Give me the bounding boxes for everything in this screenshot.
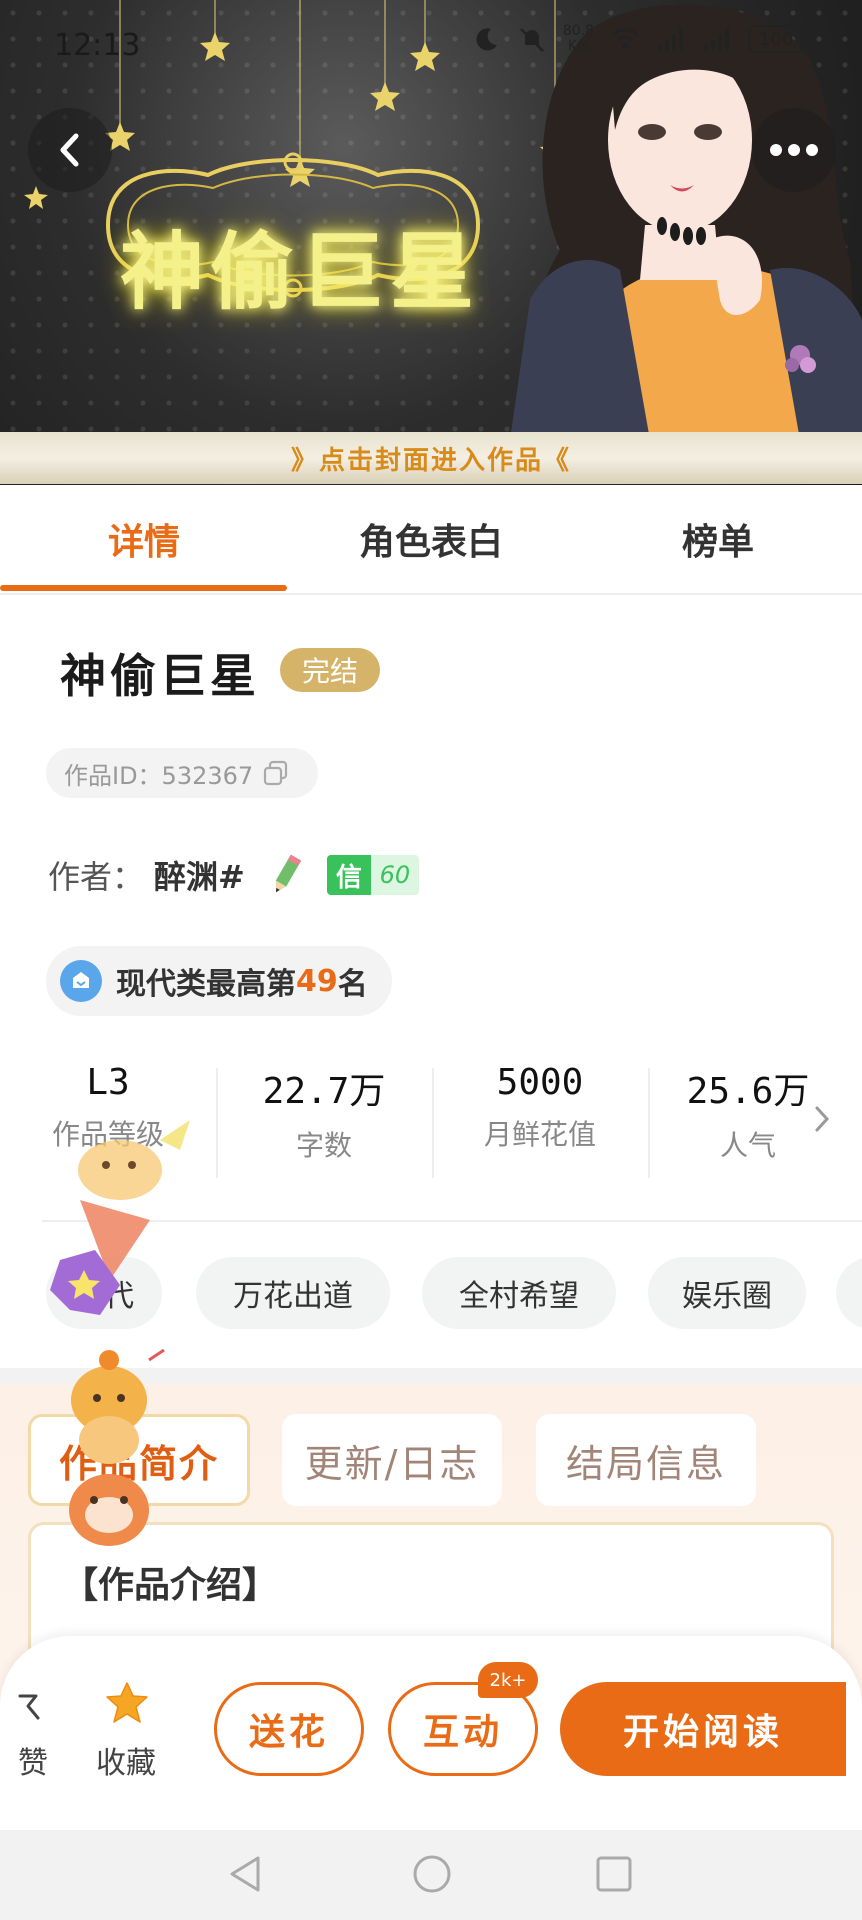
status-icons: 80.8 K/s 100 xyxy=(471,24,804,54)
tag-item-partial[interactable] xyxy=(836,1257,862,1329)
rank-badge-icon xyxy=(60,960,102,1002)
stat-value: 5000 xyxy=(496,1062,584,1103)
work-id-chip[interactable]: 作品ID：532367 xyxy=(46,748,318,798)
tab-rankings[interactable]: 榜单 xyxy=(574,513,862,565)
enter-work-banner[interactable]: 》点击封面进入作品《 xyxy=(0,432,862,484)
like-icon[interactable] xyxy=(14,1686,44,1726)
send-flower-button[interactable]: 送花 xyxy=(214,1682,364,1776)
author-row: 作者： 醉渊# 信 60 xyxy=(48,852,419,898)
tag-item[interactable]: 娱乐圈 xyxy=(648,1257,806,1329)
chevron-right-icon[interactable] xyxy=(812,1104,832,1134)
pencil-icon xyxy=(275,854,302,893)
mute-bell-icon xyxy=(519,28,544,52)
network-speed: 80.8 K/s xyxy=(563,24,594,54)
trust-label: 信 xyxy=(326,855,371,895)
tag-item[interactable]: 万花出道 xyxy=(196,1257,390,1329)
cheering-cat-sticker-icon xyxy=(69,1348,165,1546)
tab-ending-info[interactable]: 结局信息 xyxy=(536,1414,756,1506)
nav-back-icon[interactable] xyxy=(224,1852,268,1896)
party-popper-sticker-icon xyxy=(50,1200,150,1315)
trust-value: 60 xyxy=(370,855,419,895)
favorite-label[interactable]: 收藏 xyxy=(96,1738,156,1782)
stat-value: 22.7万 xyxy=(262,1071,386,1112)
author-label: 作者： xyxy=(48,858,145,896)
more-dots-icon xyxy=(770,144,818,156)
status-badge: 完结 xyxy=(280,648,380,692)
work-id-text: 作品ID：532367 xyxy=(64,761,254,790)
rank-suffix: 名 xyxy=(337,967,368,1002)
copy-icon[interactable] xyxy=(263,760,289,786)
stat-word-count: 22.7万 字数 xyxy=(216,1062,432,1164)
status-time: 12:13 xyxy=(54,28,141,63)
star-icon[interactable] xyxy=(104,1680,150,1726)
back-button[interactable] xyxy=(28,108,112,192)
moon-icon xyxy=(476,28,497,51)
rank-prefix: 现代类最高第 xyxy=(116,967,296,1002)
battery-indicator: 100 xyxy=(748,25,804,53)
status-bar: 12:13 80.8 K/s 100 xyxy=(0,0,862,90)
tag-item[interactable]: 全村希望 xyxy=(422,1257,616,1329)
category-rank-chip[interactable]: 现代类最高第 49 名 xyxy=(46,946,392,1016)
stat-monthly-flowers: 5000 月鲜花值 xyxy=(432,1062,648,1153)
start-reading-button[interactable]: 开始阅读 xyxy=(560,1682,846,1776)
interact-count-badge: 2k+ xyxy=(478,1662,538,1698)
signal-icon-2 xyxy=(704,28,729,51)
detail-tabs: 详情 角色表白 榜单 xyxy=(0,485,862,595)
more-button[interactable] xyxy=(752,108,836,192)
wifi-icon xyxy=(611,28,639,49)
rank-number: 49 xyxy=(296,963,338,999)
network-speed-value: 80.8 xyxy=(562,23,594,39)
tab-update-log[interactable]: 更新/日志 xyxy=(282,1414,502,1506)
cover-title-text: 神偷巨星 xyxy=(120,222,481,321)
active-tab-indicator xyxy=(0,585,287,591)
book-title: 神偷巨星 xyxy=(60,649,260,703)
intro-heading: 【作品介绍】 xyxy=(62,1565,279,1606)
nav-home-icon[interactable] xyxy=(410,1852,454,1896)
enter-work-banner-text: 》点击封面进入作品《 xyxy=(290,445,571,476)
trust-badge: 信 60 xyxy=(326,855,419,895)
tab-character-confession[interactable]: 角色表白 xyxy=(287,513,575,565)
author-name[interactable]: 醉渊# xyxy=(154,852,245,898)
nav-recent-icon[interactable] xyxy=(592,1852,636,1896)
cover-image[interactable]: 神偷巨星 12:13 80.8 K/s 100 》点击封面进入作品《 xyxy=(0,0,862,485)
stat-value: L3 xyxy=(86,1062,130,1103)
back-arrow-icon xyxy=(60,133,79,167)
network-speed-unit: K/s xyxy=(567,38,590,54)
signal-icon xyxy=(658,28,683,51)
tab-details[interactable]: 详情 xyxy=(0,513,288,565)
like-label[interactable]: 赞 xyxy=(18,1738,48,1782)
system-nav-bar xyxy=(0,1830,862,1920)
stat-label: 月鲜花值 xyxy=(483,1118,596,1151)
stat-label: 字数 xyxy=(295,1129,352,1162)
